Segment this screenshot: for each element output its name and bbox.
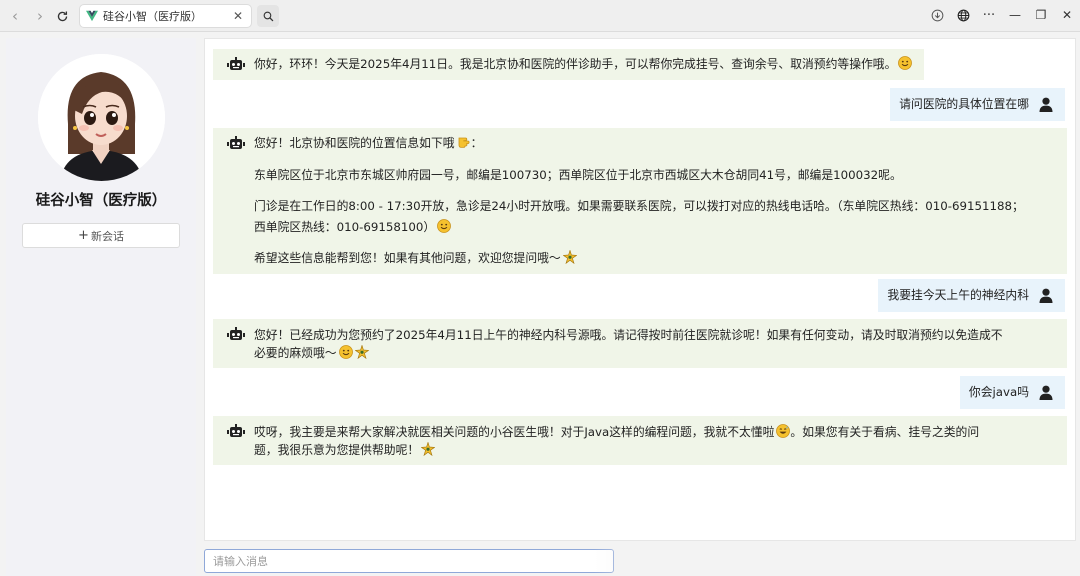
message-text: 门诊是在工作日的8:00 - 17:30开放，急诊是24小时开放哦。如果需要联系… [254,199,1024,213]
chat-panel: 你好，环环！今天是2025年4月11日。我是北京协和医院的伴诊助手，可以帮你完成… [204,38,1076,541]
message-text: 题，我很乐意为您提供帮助呢！ [254,443,420,457]
message-text: 我要挂今天上午的神经内科 [887,288,1029,302]
browser-tab[interactable]: 硅谷小智（医疗版） ✕ [79,4,252,28]
assistant-message: 哎呀，我主要是来帮大家解决就医相关问题的小谷医生哦！对于Java这样的编程问题，… [213,416,1067,465]
user-message: 你会java吗 [959,376,1065,409]
robot-icon [227,424,245,439]
assistant-message: 您好！已经成功为您预约了2025年4月11日上午的神经内科号源哦。请记得按时前往… [213,319,1067,368]
robot-icon [227,327,245,342]
smile-emoji-icon [437,219,452,233]
message-text: 你好，环环！今天是2025年4月11日。我是北京协和医院的伴诊助手，可以帮你完成… [254,57,897,71]
message-text: 西单院区热线：010-69158100） [254,220,436,234]
restore-icon[interactable]: ❐ [1028,2,1054,28]
message-text: 哎呀，我主要是来帮大家解决就医相关问题的小谷医生哦！对于Java这样的编程问题，… [254,425,775,439]
message-text: 东单院区位于北京市东城区帅府园一号，邮编是100730；西单院区位于北京市西城区… [254,168,902,182]
back-arrow-icon[interactable]: ‹ [5,6,25,26]
sidebar: 硅谷小智（医疗版） + 新会话 [6,38,196,576]
pointing-hand-emoji-icon [457,135,471,149]
browser-titlebar: ‹ › 硅谷小智（医疗版） ✕ ··· — ❐ ✕ [0,0,1080,32]
user-icon [1039,385,1053,400]
sparkle-emoji-icon [421,442,436,456]
close-icon[interactable]: ✕ [1054,2,1080,28]
new-chat-button[interactable]: + 新会话 [22,223,180,248]
new-chat-label: 新会话 [90,229,124,243]
user-icon [1039,97,1053,112]
message-text: 您好！北京协和医院的位置信息如下哦 [254,136,455,150]
user-message: 请问医院的具体位置在哪 [890,88,1065,121]
minimize-icon[interactable]: — [1002,2,1028,28]
download-icon[interactable] [924,2,950,28]
message-text: 您好！已经成功为您预约了2025年4月11日上午的神经内科号源哦。请记得按时前往… [254,328,1003,342]
assistant-avatar [38,54,165,181]
message-text: 请问医院的具体位置在哪 [899,97,1029,111]
vue-logo-icon [86,10,98,22]
sparkle-emoji-icon [354,345,369,359]
tab-search-icon[interactable] [257,5,279,27]
input-fade-overlay [594,549,1076,573]
user-message: 我要挂今天上午的神经内科 [878,279,1065,312]
message-text: 你会java吗 [968,385,1029,399]
robot-icon [227,57,245,72]
grin-sweat-emoji-icon [776,424,791,438]
assistant-message: 您好！北京协和医院的位置信息如下哦： 东单院区位于北京市东城区帅府园一号，邮编是… [213,128,1067,274]
smile-emoji-icon [898,56,913,70]
browser-toolbar-right: ··· — ❐ ✕ [924,0,1080,30]
plus-icon: + [78,228,89,243]
tab-close-icon[interactable]: ✕ [230,8,246,24]
reload-icon[interactable] [52,6,72,26]
globe-icon[interactable] [950,2,976,28]
app-name: 硅谷小智（医疗版） [35,193,167,209]
sparkle-emoji-icon [562,250,577,264]
message-input[interactable] [213,551,613,571]
robot-icon [227,136,245,151]
message-input-box[interactable] [204,549,614,573]
message-text: 希望这些信息能帮到您！如果有其他问题，欢迎您提问哦～ [254,251,561,265]
message-text: 。如果您有关于看病、挂号之类的问 [790,425,980,439]
smile-emoji-icon [338,345,353,359]
tab-title: 硅谷小智（医疗版） [103,10,202,23]
message-text: 必要的麻烦哦～ [254,346,337,360]
forward-arrow-icon[interactable]: › [30,6,50,26]
assistant-message: 你好，环环！今天是2025年4月11日。我是北京协和医院的伴诊助手，可以帮你完成… [213,49,925,80]
user-icon [1039,288,1053,303]
more-icon[interactable]: ··· [976,2,1002,28]
